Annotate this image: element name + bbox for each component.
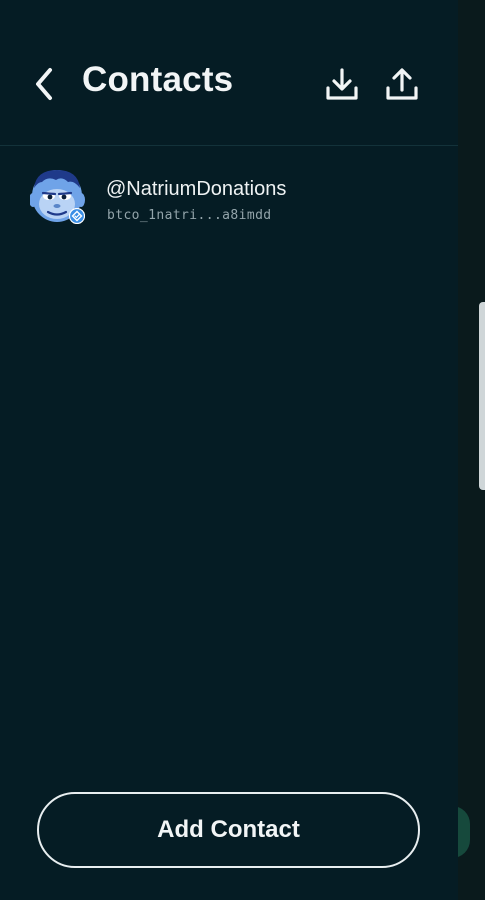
page-title: Contacts: [82, 60, 234, 99]
verified-badge-icon: [69, 208, 85, 224]
import-contacts-button[interactable]: [320, 62, 364, 106]
add-contact-button[interactable]: Add Contact: [37, 792, 420, 868]
avatar: [29, 166, 90, 226]
side-scroll-handle[interactable]: [479, 302, 485, 490]
export-contacts-button[interactable]: [380, 62, 424, 106]
contact-address: btco_1natri...a8imdd: [107, 208, 272, 223]
download-icon: [326, 68, 358, 100]
contact-name: @NatriumDonations: [106, 178, 287, 200]
contact-list-item[interactable]: @NatriumDonations btco_1natri...a8imdd: [29, 166, 440, 230]
upload-icon: [386, 68, 418, 100]
back-button[interactable]: [24, 62, 64, 106]
contacts-drawer: Contacts @NatriumDonations btco_1natri..…: [0, 0, 458, 900]
app-screen: Contacts @NatriumDonations btco_1natri..…: [0, 0, 485, 900]
chevron-left-icon: [36, 68, 52, 100]
contacts-header: Contacts: [0, 0, 458, 146]
